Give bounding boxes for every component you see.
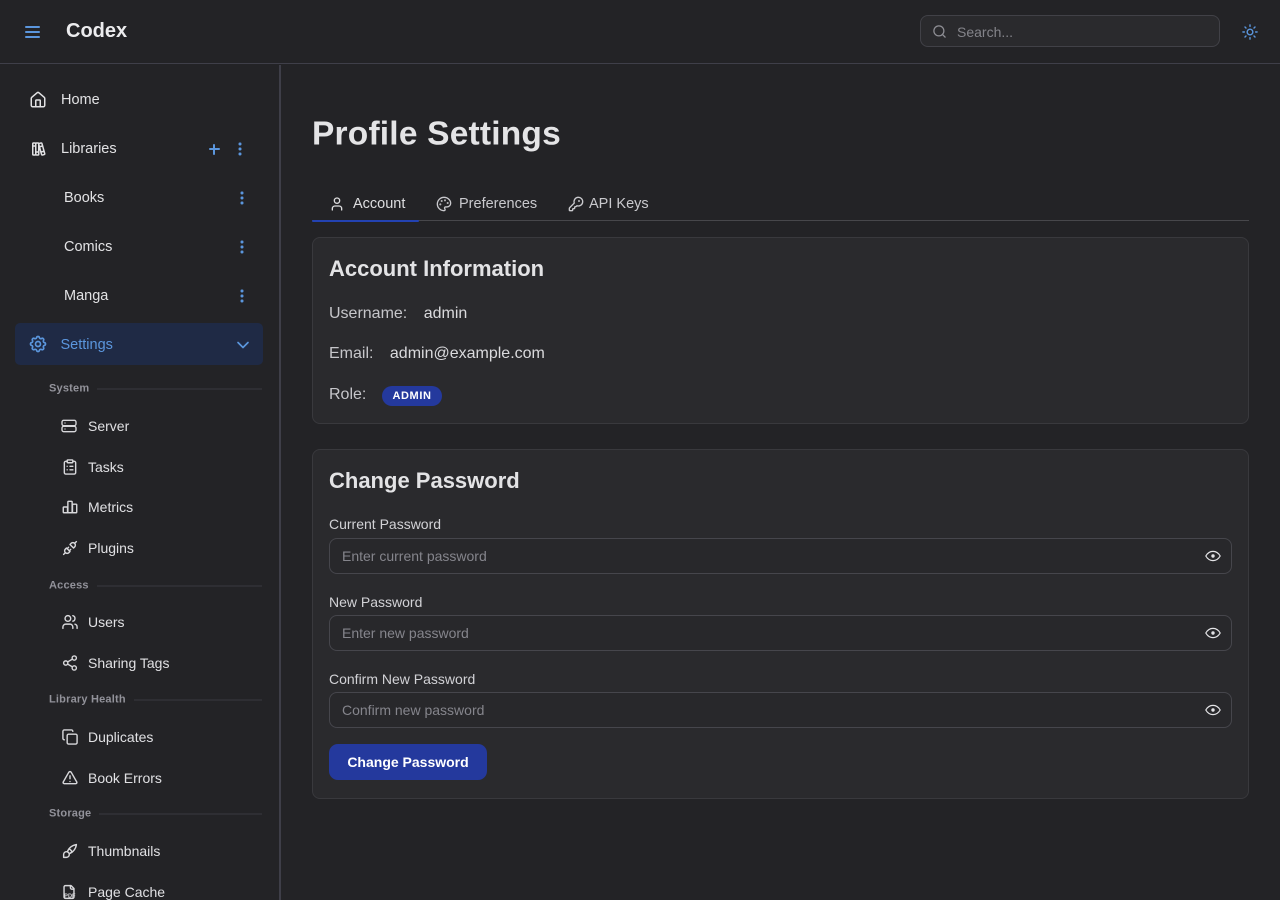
svg-text:PDF: PDF	[64, 894, 76, 900]
